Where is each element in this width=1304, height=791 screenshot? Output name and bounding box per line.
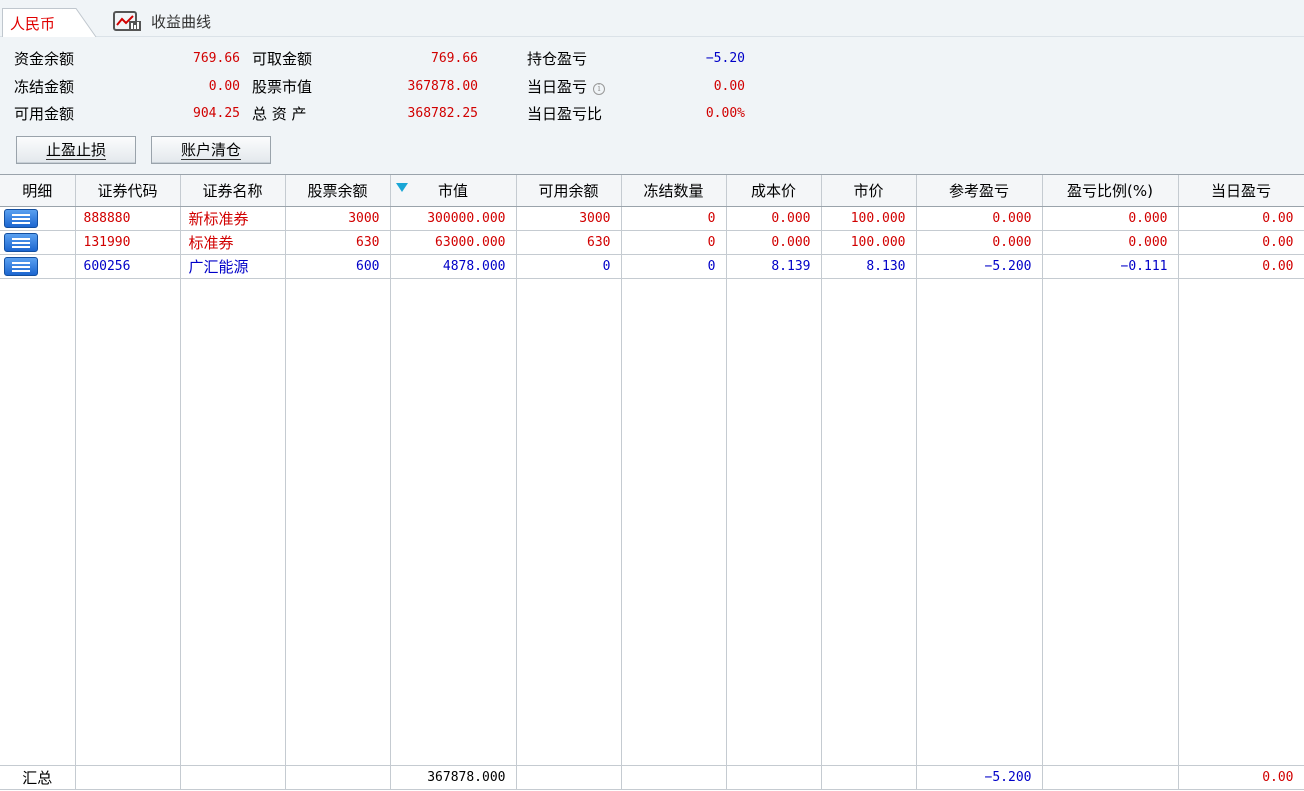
pl-ratio-cell: 0.000 [1042,206,1179,231]
balance-cell: 3000 [285,206,391,231]
daily-pl-label-wrap: 当日盈亏 i [527,76,606,98]
total-label: 汇总 [0,765,76,790]
fund-balance-label: 资金余额 [14,50,75,68]
chart-curve-icon [113,11,141,31]
frozen-cell: 0 [621,206,727,231]
balance-cell: 630 [285,230,391,255]
total-assets-value: 368782.25 [407,106,478,121]
col-header-balance[interactable]: 股票余额 [285,175,391,207]
daily-pl-ratio-value: 0.00% [705,106,745,121]
col-header-pl[interactable]: 参考盈亏 [916,175,1043,207]
daily-pl-cell: 0.00 [1178,254,1304,279]
cost-cell: 0.000 [726,206,822,231]
withdrawable-label: 可取金额 [252,50,313,68]
positions-table: 明细 证券代码 证券名称 股票余额 市值 可用余额 冻结数量 成本价 市价 参考… [0,174,1304,791]
position-pl-value: −5.20 [705,51,745,66]
frozen-label: 冻结金额 [14,78,75,96]
price-cell: 100.000 [821,230,917,255]
withdrawable-value: 769.66 [431,51,478,66]
stop-profit-loss-button[interactable]: 止盈止损 [16,136,136,164]
total-pl: −5.200 [916,765,1043,790]
total-daily-pl: 0.00 [1178,765,1304,790]
stock-value-label: 股票市值 [252,78,313,96]
available-label: 可用金额 [14,105,75,123]
frozen-value: 0.00 [208,79,240,94]
name-cell: 广汇能源 [180,254,286,279]
available-cell: 630 [516,230,622,255]
table-row[interactable]: 600256 广汇能源 600 4878.000 0 0 8.139 8.130… [0,254,1304,279]
col-header-available[interactable]: 可用余额 [516,175,622,207]
table-header-row: 明细 证券代码 证券名称 股票余额 市值 可用余额 冻结数量 成本价 市价 参考… [0,175,1304,207]
available-value: 904.25 [193,106,240,121]
col-header-market-value-label: 市值 [437,181,468,200]
pl-ratio-cell: 0.000 [1042,230,1179,255]
list-detail-icon[interactable] [4,232,38,252]
daily-pl-ratio-label: 当日盈亏比 [527,105,603,123]
empty-rows-area [0,278,1304,766]
tab-curve-label: 收益曲线 [151,12,212,31]
balance-cell: 600 [285,254,391,279]
daily-pl-value: 0.00 [713,79,745,94]
tab-rmb[interactable]: 人民币 [2,8,97,38]
pl-ratio-cell: −0.111 [1042,254,1179,279]
col-header-pl-ratio[interactable]: 盈亏比例(%) [1042,175,1179,207]
position-pl-label: 持仓盈亏 [527,50,588,68]
cost-cell: 8.139 [726,254,822,279]
clear-account-button[interactable]: 账户清仓 [151,136,271,164]
col-header-frozen[interactable]: 冻结数量 [621,175,727,207]
frozen-cell: 0 [621,254,727,279]
fund-balance-value: 769.66 [193,51,240,66]
col-header-market-value[interactable]: 市值 [390,175,517,207]
total-market-value: 367878.000 [390,765,517,790]
col-header-detail[interactable]: 明细 [0,175,76,207]
table-row[interactable]: 888880 新标准券 3000 300000.000 3000 0 0.000… [0,206,1304,231]
list-detail-icon[interactable] [4,208,38,228]
market-value-cell: 4878.000 [390,254,517,279]
daily-pl-cell: 0.00 [1178,206,1304,231]
info-icon[interactable]: i [593,83,606,95]
clear-account-label: 账户清仓 [180,141,241,160]
price-cell: 8.130 [821,254,917,279]
daily-pl-label: 当日盈亏 [527,78,588,96]
pl-cell: −5.200 [916,254,1043,279]
detail-cell [0,206,76,231]
code-cell: 131990 [75,230,181,255]
price-cell: 100.000 [821,206,917,231]
detail-cell [0,254,76,279]
name-cell: 标准券 [180,230,286,255]
tab-strip: 人民币 收益曲线 [0,0,1304,38]
total-assets-label: 总 资 产 [252,105,307,123]
col-header-name[interactable]: 证券名称 [180,175,286,207]
daily-pl-cell: 0.00 [1178,230,1304,255]
tab-profit-curve[interactable]: 收益曲线 [113,9,211,33]
frozen-cell: 0 [621,230,727,255]
list-detail-icon[interactable] [4,256,38,276]
name-cell: 新标准券 [180,206,286,231]
code-cell: 888880 [75,206,181,231]
pl-cell: 0.000 [916,206,1043,231]
available-cell: 0 [516,254,622,279]
pl-cell: 0.000 [916,230,1043,255]
available-cell: 3000 [516,206,622,231]
col-header-daily-pl[interactable]: 当日盈亏 [1178,175,1304,207]
market-value-cell: 300000.000 [390,206,517,231]
market-value-cell: 63000.000 [390,230,517,255]
table-row[interactable]: 131990 标准券 630 63000.000 630 0 0.000 100… [0,230,1304,255]
sort-desc-icon [395,183,408,192]
code-cell: 600256 [75,254,181,279]
col-header-code[interactable]: 证券代码 [75,175,181,207]
stock-value-value: 367878.00 [407,79,478,94]
detail-cell [0,230,76,255]
cost-cell: 0.000 [726,230,822,255]
account-summary: 资金余额 769.66 可取金额 769.66 持仓盈亏 −5.20 冻结金额 … [0,37,1304,174]
col-header-price[interactable]: 市价 [821,175,917,207]
total-row: 汇总 367878.000 −5.200 0.00 [0,765,1304,790]
tab-rmb-label: 人民币 [10,15,56,33]
stop-profit-loss-label: 止盈止损 [45,141,106,160]
col-header-cost[interactable]: 成本价 [726,175,822,207]
